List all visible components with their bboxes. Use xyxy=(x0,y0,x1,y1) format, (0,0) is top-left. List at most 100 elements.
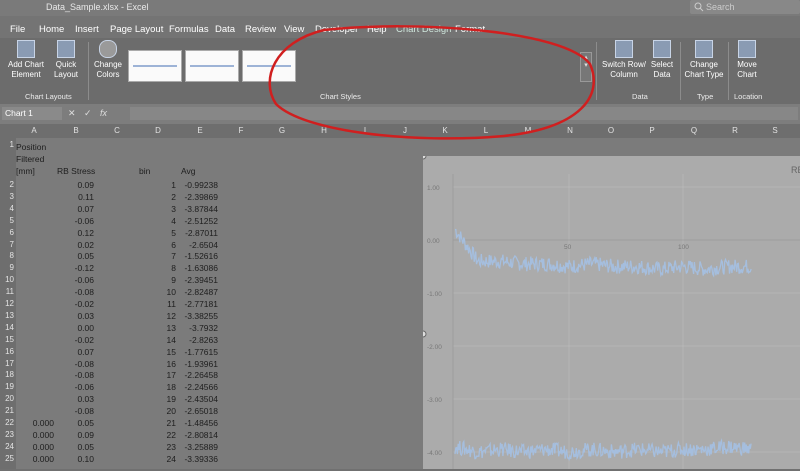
cell-b[interactable]: -0.12 xyxy=(55,263,94,273)
cell-d[interactable]: 9 xyxy=(137,275,176,285)
cell-d[interactable]: 18 xyxy=(137,382,176,392)
cell-d[interactable]: 1 xyxy=(137,180,176,190)
cell-d[interactable]: 20 xyxy=(137,406,176,416)
cell-e[interactable]: -2.43504 xyxy=(178,394,218,404)
cell-d[interactable]: 7 xyxy=(137,251,176,261)
cell-b[interactable]: -0.06 xyxy=(55,216,94,226)
row-header[interactable]: 7 xyxy=(0,240,14,249)
cell-e[interactable]: -2.65018 xyxy=(178,406,218,416)
cell-b[interactable]: 0.12 xyxy=(55,228,94,238)
cell-e[interactable]: -3.7932 xyxy=(178,323,218,333)
column-header[interactable]: A xyxy=(16,126,52,135)
cell-d[interactable]: 24 xyxy=(137,454,176,464)
cell-b[interactable]: 0.11 xyxy=(55,192,94,202)
cell-d[interactable]: 4 xyxy=(137,216,176,226)
cell-e[interactable]: -1.63086 xyxy=(178,263,218,273)
cell-e[interactable]: -1.52616 xyxy=(178,251,218,261)
row-header[interactable]: 18 xyxy=(0,370,14,379)
cell-e[interactable]: -1.93961 xyxy=(178,359,218,369)
series-line[interactable] xyxy=(454,228,752,278)
row-header[interactable]: 19 xyxy=(0,382,14,391)
column-header[interactable]: S xyxy=(755,126,795,135)
cell-b[interactable]: 0.09 xyxy=(55,180,94,190)
cell-b[interactable]: 0.10 xyxy=(55,454,94,464)
row-header[interactable]: 14 xyxy=(0,323,14,332)
row-header[interactable]: 2 xyxy=(0,180,14,189)
row-header[interactable]: 12 xyxy=(0,299,14,308)
tab-formulas[interactable]: Formulas xyxy=(169,24,209,35)
column-header[interactable]: R xyxy=(715,126,755,135)
column-header[interactable]: D xyxy=(137,126,179,135)
cell-d[interactable]: 23 xyxy=(137,442,176,452)
cell-e[interactable]: -2.39869 xyxy=(178,192,218,202)
column-header[interactable]: E xyxy=(179,126,221,135)
row-header[interactable]: 20 xyxy=(0,394,14,403)
row-header[interactable]: 23 xyxy=(0,430,14,439)
cell-e[interactable]: -2.80814 xyxy=(178,430,218,440)
cell-a1-position[interactable]: Position xyxy=(16,142,46,152)
cell-b[interactable]: 0.07 xyxy=(55,347,94,357)
column-header[interactable]: B xyxy=(55,126,97,135)
chart-style-1[interactable] xyxy=(128,50,182,82)
cell-d[interactable]: 8 xyxy=(137,263,176,273)
row-header[interactable]: 9 xyxy=(0,263,14,272)
tab-file[interactable]: File xyxy=(10,24,25,35)
cell-b[interactable]: 0.00 xyxy=(55,323,94,333)
row-header[interactable]: 16 xyxy=(0,347,14,356)
cell-b[interactable]: 0.02 xyxy=(55,240,94,250)
select-data-button[interactable]: Select Data xyxy=(648,40,676,80)
cell-e[interactable]: -2.51252 xyxy=(178,216,218,226)
cell-b[interactable]: 0.09 xyxy=(55,430,94,440)
quick-layout-button[interactable]: Quick Layout xyxy=(50,40,82,80)
cell-e[interactable]: -2.87011 xyxy=(178,228,218,238)
enter-icon[interactable]: ✓ xyxy=(84,108,92,119)
column-header[interactable]: C xyxy=(97,126,137,135)
cell-e[interactable]: -3.38255 xyxy=(178,311,218,321)
row-header[interactable]: 13 xyxy=(0,311,14,320)
cell-d[interactable]: 16 xyxy=(137,359,176,369)
cell-d[interactable]: 15 xyxy=(137,347,176,357)
cell-e[interactable]: -0.99238 xyxy=(178,180,218,190)
cell-e[interactable]: -2.39451 xyxy=(178,275,218,285)
cell-b[interactable]: -0.08 xyxy=(55,287,94,297)
cell-b[interactable]: -0.06 xyxy=(55,382,94,392)
cell-d[interactable]: 6 xyxy=(137,240,176,250)
row-header[interactable]: 21 xyxy=(0,406,14,415)
cell-b[interactable]: -0.02 xyxy=(55,299,94,309)
move-chart-button[interactable]: Move Chart xyxy=(732,40,762,80)
series-line[interactable] xyxy=(454,438,752,461)
change-chart-type-button[interactable]: Change Chart Type xyxy=(683,40,725,80)
chart-area[interactable]: 1.00 0.00 -1.00 -2.00 -3.00 -4.00 50 100 RB xyxy=(419,152,800,469)
column-header[interactable]: P xyxy=(631,126,673,135)
tab-page-layout[interactable]: Page Layout xyxy=(110,24,163,35)
cell-e[interactable]: -2.6504 xyxy=(178,240,218,250)
cell-a1-filtered[interactable]: Filtered xyxy=(16,154,44,164)
cell-e1[interactable]: Avg xyxy=(181,166,196,176)
cell-a[interactable]: 0.000 xyxy=(16,418,54,428)
cell-e[interactable]: -2.24566 xyxy=(178,382,218,392)
cell-d[interactable]: 5 xyxy=(137,228,176,238)
cell-b[interactable]: -0.08 xyxy=(55,406,94,416)
cell-b[interactable]: -0.02 xyxy=(55,335,94,345)
cell-e[interactable]: -2.8263 xyxy=(178,335,218,345)
cell-b[interactable]: 0.05 xyxy=(55,442,94,452)
cell-d[interactable]: 12 xyxy=(137,311,176,321)
cell-b[interactable]: 0.05 xyxy=(55,418,94,428)
cell-d[interactable]: 3 xyxy=(137,204,176,214)
cell-d[interactable]: 13 xyxy=(137,323,176,333)
tab-insert[interactable]: Insert xyxy=(75,24,99,35)
cell-e[interactable]: -1.48456 xyxy=(178,418,218,428)
cell-b[interactable]: -0.08 xyxy=(55,370,94,380)
cell-d[interactable]: 21 xyxy=(137,418,176,428)
insert-function-icon[interactable]: fx xyxy=(100,108,107,118)
search-box[interactable]: Search xyxy=(690,0,800,14)
cell-d[interactable]: 22 xyxy=(137,430,176,440)
cell-a[interactable]: 0.000 xyxy=(16,442,54,452)
row-header[interactable]: 11 xyxy=(0,287,14,296)
name-box[interactable]: Chart 1 xyxy=(2,107,62,120)
resize-handle[interactable] xyxy=(419,152,427,160)
row-header[interactable]: 15 xyxy=(0,335,14,344)
row-header[interactable]: 3 xyxy=(0,192,14,201)
cell-b[interactable]: -0.06 xyxy=(55,275,94,285)
cell-e[interactable]: -1.77615 xyxy=(178,347,218,357)
